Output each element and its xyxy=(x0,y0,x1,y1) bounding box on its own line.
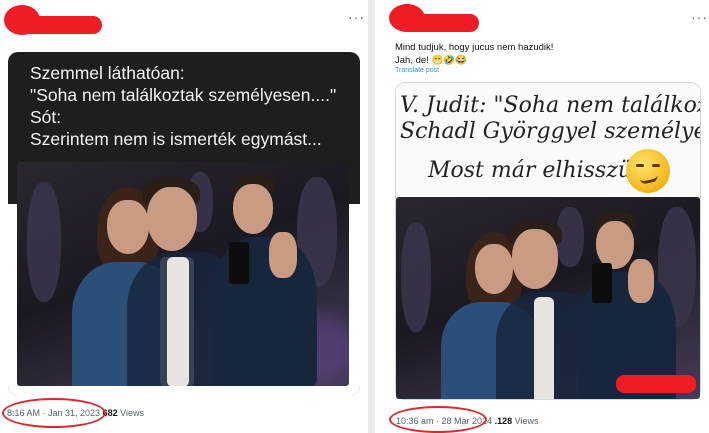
highlight-circle xyxy=(2,398,106,428)
selfie-photo[interactable] xyxy=(396,197,700,399)
redacted-username xyxy=(397,14,479,32)
post-text: Mind tudjuk, hogy jucus nem hazudik! Jah… xyxy=(395,41,553,67)
redacted-username xyxy=(22,16,102,34)
views-label: Views xyxy=(120,408,144,418)
image-caption-quote: V. Judit: "Soha nem találkoztam Schadl G… xyxy=(400,93,700,144)
redacted-watermark xyxy=(616,375,696,393)
smirk-emoji-icon xyxy=(626,149,670,193)
selfie-photo[interactable] xyxy=(17,162,349,386)
views-count: .128 xyxy=(494,416,513,426)
card-text: Szemmel láthatóan: "Soha nem találkoztak… xyxy=(30,63,337,149)
post-text-line1: Mind tudjuk, hogy jucus nem hazudik! xyxy=(395,42,554,53)
translate-link[interactable]: Translate post xyxy=(395,67,439,74)
image-caption-area: V. Judit: "Soha nem találkoztam Schadl G… xyxy=(396,83,700,198)
post-text-line2: Jah, de! 😁🤣😂 xyxy=(395,55,467,66)
more-options-icon[interactable]: ··· xyxy=(348,10,365,24)
left-post: ··· Szemmel láthatóan: "Soha nem találko… xyxy=(0,0,368,433)
more-options-icon[interactable]: ··· xyxy=(691,10,708,24)
views-label: Views xyxy=(514,416,539,426)
right-post: ··· Mind tudjuk, hogy jucus nem hazudik!… xyxy=(375,0,709,433)
highlight-circle xyxy=(389,406,487,433)
